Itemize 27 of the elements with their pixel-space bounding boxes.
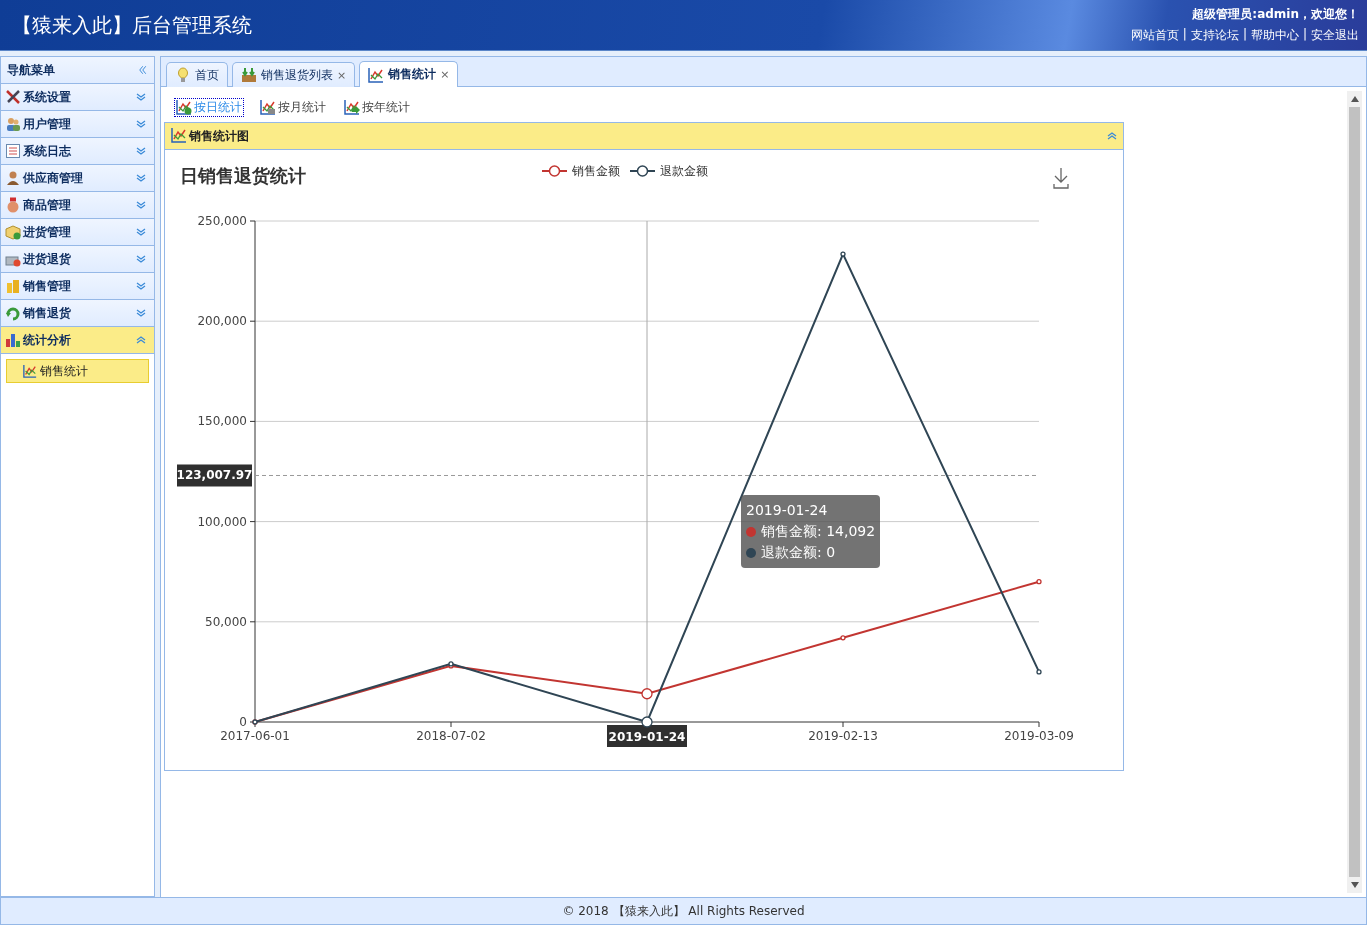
y-tick-label: 250,000 [197,214,247,228]
legend-label: 销售金额 [571,164,620,178]
x-tick-label: 2019-03-09 [1004,729,1074,743]
legend-label: 退款金额 [660,164,708,178]
tooltip-title: 2019-01-24 [746,501,829,520]
copyright-text: © 2018 【猿来入此】 All Rights Reserved [562,902,805,920]
app-title: 【猿来入此】后台管理系统 [11,11,252,39]
x-tick-label: 2017-06-01 [220,729,290,743]
link-separator: | [1302,27,1307,43]
panel-title: 销售统计图 [189,127,249,145]
y-tick-label: 200,000 [197,314,247,329]
tooltip-row-text: 退款金额: 0 [761,543,836,562]
y-tick-label: 100,000 [197,514,247,529]
y-tick-label: 150,000 [197,414,247,429]
x-tick-label: 2018-07-02 [416,729,486,743]
pointer-category-label: 2019-01-24 [607,725,687,747]
chart-title: 日销售退货统计 [180,165,306,186]
y-tick-label: 0 [239,715,247,729]
sidebar-title: 导航菜单 [7,61,55,79]
pointer-value-label: 123,007.97 [176,464,253,487]
link-separator: | [1182,27,1187,43]
x-tick-label: 2019-01-24 [608,730,686,744]
y-tick-label: 50,000 [205,614,247,629]
x-tick-label: 2019-02-13 [808,729,878,743]
welcome-text: 超级管理员:admin，欢迎您！ [1192,6,1359,23]
tooltip-row-text: 销售金额: 14,092 [761,522,876,541]
link-separator: | [1242,27,1247,43]
